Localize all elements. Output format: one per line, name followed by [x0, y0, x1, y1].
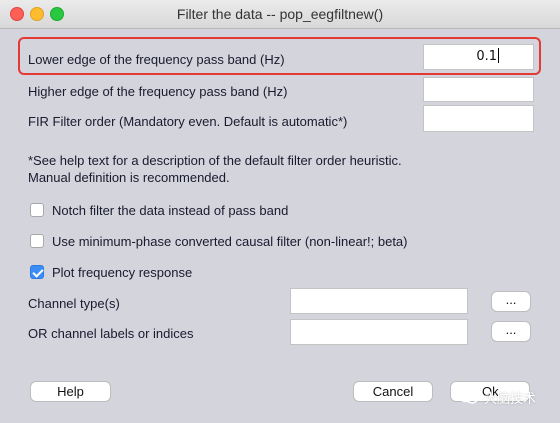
title-bar: Filter the data -- pop_eegfiltnew() — [0, 0, 560, 29]
higher-edge-label: Higher edge of the frequency pass band (… — [28, 84, 288, 99]
plot-frequency-checkbox-label[interactable]: Plot frequency response — [52, 265, 192, 280]
cancel-button[interactable]: Cancel — [353, 381, 433, 402]
channel-labels-input[interactable] — [290, 319, 468, 345]
watermark-text: 大脑技术 — [484, 390, 537, 406]
lower-edge-value: 0.1 — [476, 49, 497, 64]
help-button[interactable]: Help — [30, 381, 111, 402]
channel-type-input[interactable] — [290, 288, 468, 314]
notch-checkbox-label[interactable]: Notch filter the data instead of pass ba… — [52, 203, 288, 218]
note-line-1: *See help text for a description of the … — [28, 153, 402, 168]
text-caret — [498, 48, 499, 63]
note-line-2: Manual definition is recommended. — [28, 170, 230, 185]
higher-edge-input[interactable] — [423, 77, 534, 102]
notch-checkbox[interactable] — [30, 203, 44, 217]
channel-labels-label: OR channel labels or indices — [28, 326, 194, 341]
lower-edge-input[interactable]: 0.1 — [423, 44, 534, 70]
fir-order-input[interactable] — [423, 105, 534, 132]
channel-labels-browse-button[interactable]: ... — [491, 321, 531, 342]
plot-frequency-checkbox[interactable] — [30, 265, 44, 279]
min-phase-checkbox-label[interactable]: Use minimum-phase converted causal filte… — [52, 234, 408, 249]
lower-edge-label: Lower edge of the frequency pass band (H… — [28, 52, 285, 67]
window-title: Filter the data -- pop_eegfiltnew() — [176, 6, 384, 22]
fir-order-label: FIR Filter order (Mandatory even. Defaul… — [28, 114, 348, 129]
dialog-window: Filter the data -- pop_eegfiltnew() Lowe… — [0, 0, 560, 423]
watermark: 大脑技术 — [458, 386, 536, 408]
min-phase-checkbox[interactable] — [30, 234, 44, 248]
channel-type-label: Channel type(s) — [28, 296, 120, 311]
filter-order-note: *See help text for a description of the … — [28, 152, 402, 186]
chat-bubble-icon — [458, 389, 478, 404]
channel-type-browse-button[interactable]: ... — [491, 291, 531, 312]
